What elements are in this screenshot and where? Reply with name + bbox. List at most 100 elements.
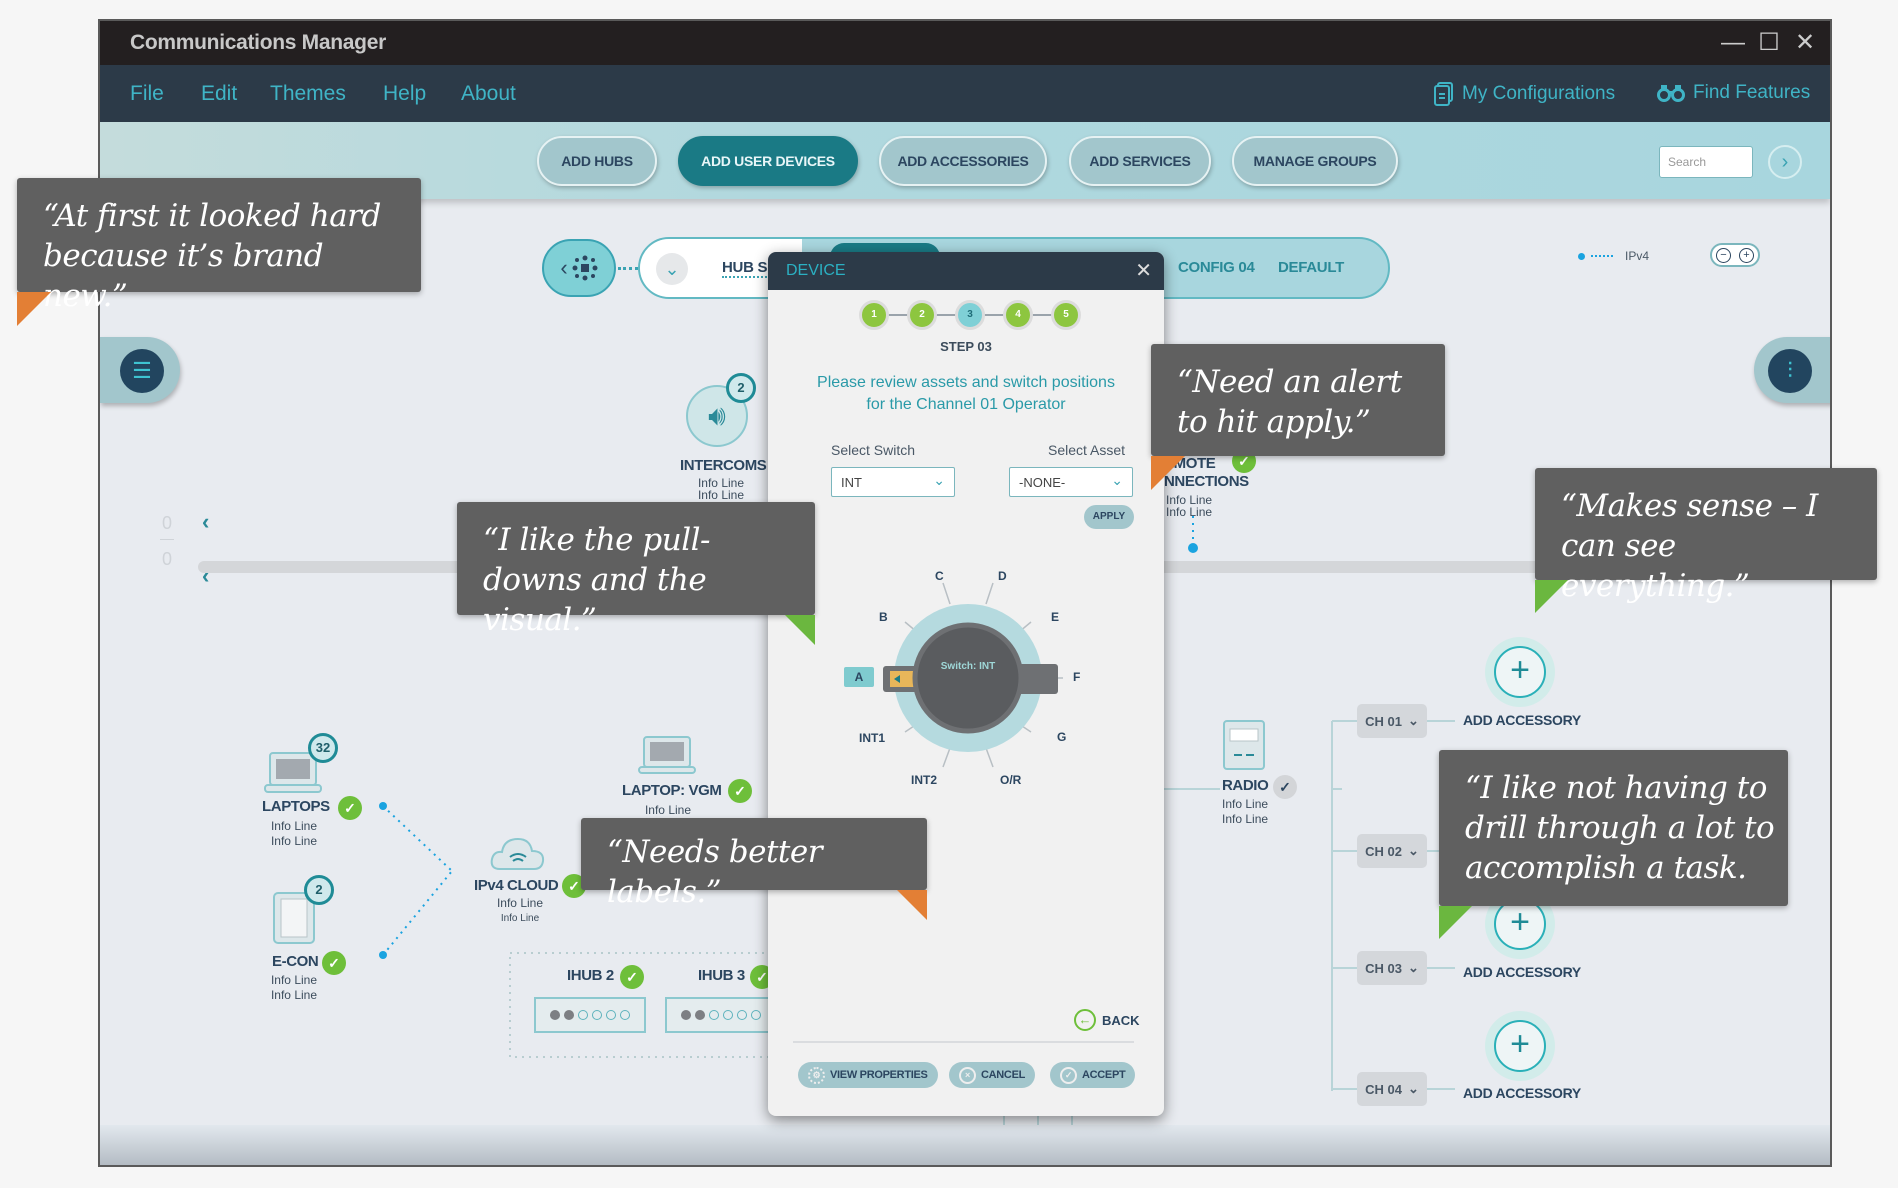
back-label: BACK — [1102, 1012, 1140, 1028]
chevron-down-icon: ⌄ — [933, 472, 945, 488]
dial-position-c[interactable]: C — [935, 569, 944, 583]
cloud-label[interactable]: IPv4 CLOUD — [474, 877, 559, 894]
device-dialog: DEVICE ✕ 1 2 3 4 5 STEP 03 Please review… — [768, 252, 1164, 1116]
cancel-button[interactable]: × CANCEL — [949, 1062, 1036, 1088]
radio-icon[interactable] — [1220, 719, 1268, 771]
callout-makes-sense: “Makes sense – I can see everything.” — [1535, 468, 1877, 604]
step-5[interactable]: 5 — [1051, 300, 1081, 330]
cloud-icon[interactable] — [488, 831, 546, 873]
radio-label[interactable]: RADIO — [1222, 777, 1269, 794]
dialog-title: DEVICE — [786, 262, 846, 279]
callout-tail-orange — [17, 292, 51, 326]
select-asset-value: -NONE- — [1019, 475, 1066, 490]
ihub2-check-icon: ✓ — [620, 965, 644, 989]
ihub2-label[interactable]: IHUB 2 — [567, 967, 614, 984]
dial-position-or[interactable]: O/R — [1000, 773, 1021, 787]
econ-badge: 2 — [304, 875, 334, 905]
callout-tail-green — [785, 615, 815, 645]
apply-button[interactable]: APPLY — [1084, 505, 1134, 529]
back-button[interactable]: ← BACK — [1074, 1009, 1140, 1031]
dial-position-f[interactable]: F — [1073, 670, 1080, 684]
dialog-header: DEVICE ✕ — [768, 252, 1164, 290]
callout-tail-green — [1535, 580, 1568, 613]
channel-02-label: CH 02 — [1365, 843, 1402, 859]
add-accessory-top-label[interactable]: ADD ACCESSORY — [1463, 712, 1581, 728]
step-label: STEP 03 — [940, 339, 992, 354]
ihub3-device[interactable] — [665, 997, 777, 1033]
dial-position-int1[interactable]: INT1 — [859, 731, 885, 745]
laptop-vgm-check-icon: ✓ — [728, 779, 752, 803]
accept-button[interactable]: ✓ ACCEPT — [1050, 1062, 1136, 1088]
link-dot — [379, 951, 387, 959]
select-asset-label: Select Asset — [1048, 442, 1126, 458]
intercoms-label[interactable]: INTERCOMS — [680, 457, 767, 474]
chevron-down-icon: ⌄ — [1111, 472, 1123, 488]
arrow-left-icon: ← — [1074, 1009, 1096, 1031]
add-accessory-ch03-label[interactable]: ADD ACCESSORY — [1463, 964, 1581, 980]
channel-03-select[interactable]: CH 03 ⌄ — [1357, 951, 1427, 985]
select-switch-dropdown[interactable]: INT ⌄ — [831, 467, 955, 497]
callout-no-drill-through: “I like not having to drill through a lo… — [1439, 750, 1788, 906]
laptops-badge: 32 — [308, 733, 338, 763]
bottom-bar — [100, 1125, 1830, 1165]
add-accessory-top-button[interactable]: + — [1485, 637, 1555, 707]
dial-position-g[interactable]: G — [1057, 730, 1066, 744]
laptops-info-2: Info Line — [270, 834, 318, 848]
econ-info-2: Info Line — [270, 988, 318, 1002]
chevron-down-icon: ⌄ — [1407, 843, 1419, 858]
view-properties-button[interactable]: ⚙ VIEW PROPERTIES — [798, 1062, 938, 1088]
check-circle-icon: ✓ — [1060, 1066, 1077, 1084]
ihub2-device[interactable] — [534, 997, 646, 1033]
callout-pull-downs: “I like the pull-downs and the visual.” — [457, 502, 815, 638]
link-econ-cloud — [382, 870, 453, 956]
laptop-vgm-icon[interactable] — [638, 735, 696, 775]
select-asset-dropdown[interactable]: -NONE- ⌄ — [1009, 467, 1133, 497]
radio-info-2: Info Line — [1222, 812, 1269, 826]
dial-position-a-selected[interactable]: A — [844, 667, 874, 687]
callout-brand-new: “At first it looked hard because it’s br… — [17, 178, 421, 314]
laptops-label[interactable]: LAPTOPS — [262, 798, 330, 815]
step-4[interactable]: 4 — [1003, 300, 1033, 330]
channel-02-select[interactable]: CH 02 ⌄ — [1357, 834, 1427, 868]
econ-info-1: Info Line — [270, 973, 318, 987]
dial-position-d[interactable]: D — [998, 569, 1007, 583]
dial-position-e[interactable]: E — [1051, 610, 1059, 624]
step-2[interactable]: 2 — [907, 300, 937, 330]
laptops-info-1: Info Line — [270, 819, 318, 833]
channel-04-select[interactable]: CH 04 ⌄ — [1357, 1072, 1427, 1106]
laptop-vgm-label[interactable]: LAPTOP: VGM — [622, 782, 722, 799]
dial-center-text: Switch: INT — [940, 661, 996, 672]
step-1[interactable]: 1 — [859, 300, 889, 330]
dial-position-b[interactable]: B — [879, 610, 888, 624]
view-properties-label: VIEW PROPERTIES — [830, 1069, 928, 1081]
ihub3-label[interactable]: IHUB 3 — [698, 967, 745, 984]
link-dot — [1188, 543, 1198, 553]
cancel-x-icon: × — [959, 1066, 976, 1084]
step-3-current[interactable]: 3 — [955, 300, 985, 330]
chevron-down-icon: ⌄ — [1407, 713, 1419, 728]
channel-01-select[interactable]: CH 01 ⌄ — [1357, 704, 1427, 738]
instructions-line-1: Please review assets and switch position… — [817, 374, 1115, 391]
chevron-down-icon: ⌄ — [1407, 960, 1419, 975]
select-switch-value: INT — [841, 475, 862, 490]
chevron-down-icon: ⌄ — [1407, 1081, 1419, 1096]
channel-04-label: CH 04 — [1365, 1081, 1402, 1097]
radio-check-icon: ✓ — [1273, 775, 1297, 799]
link-dot — [379, 802, 387, 810]
cloud-info-2: Info Line — [500, 913, 540, 924]
accept-label: ACCEPT — [1082, 1069, 1126, 1081]
dial-knob — [912, 622, 1024, 734]
add-accessory-ch04-button[interactable]: + — [1485, 1011, 1555, 1081]
dial-position-int2[interactable]: INT2 — [911, 773, 937, 787]
link-laptops-cloud — [382, 805, 453, 872]
radio-info-1: Info Line — [1222, 797, 1269, 811]
laptop-vgm-info: Info Line — [644, 803, 692, 817]
econ-label[interactable]: E-CON — [272, 953, 319, 970]
gear-icon: ⚙ — [808, 1066, 825, 1084]
dialog-close-button[interactable]: ✕ — [1135, 258, 1152, 283]
callout-tail-orange — [897, 890, 927, 920]
plus-icon: + — [1494, 1020, 1546, 1072]
add-accessory-ch04-label[interactable]: ADD ACCESSORY — [1463, 1085, 1581, 1101]
remote-info-2: Info Line — [1166, 505, 1213, 519]
intercoms-info-2: Info Line — [697, 488, 745, 502]
